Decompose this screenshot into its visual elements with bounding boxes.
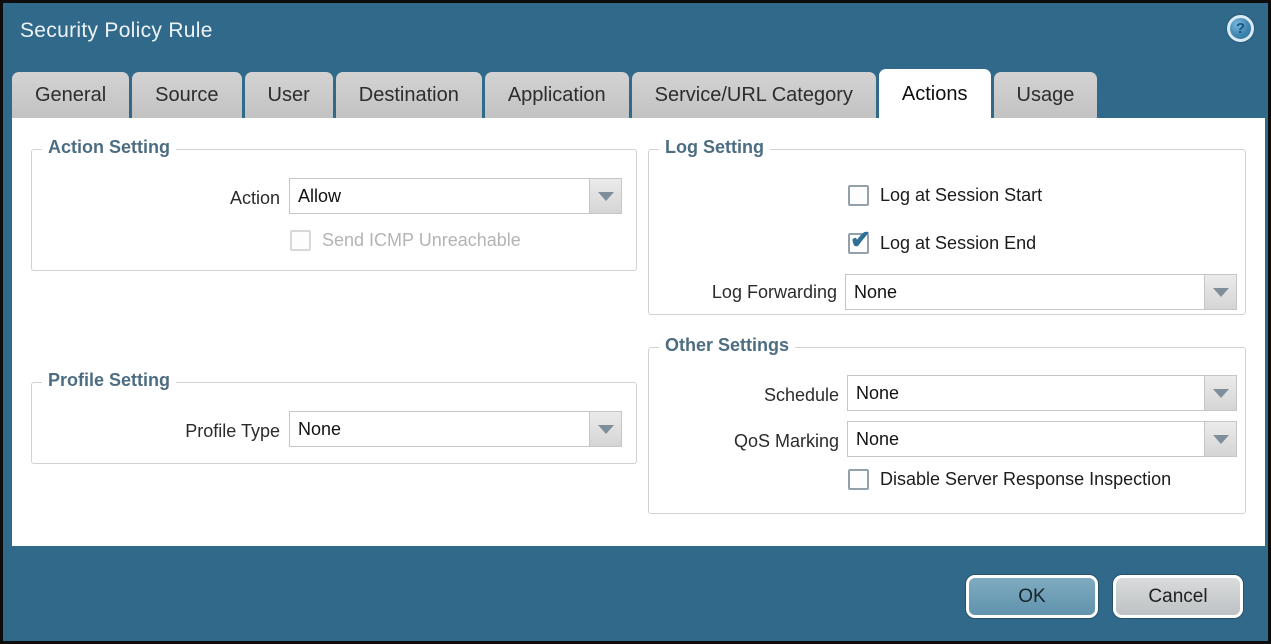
schedule-dropdown-value[interactable]: None: [847, 375, 1205, 411]
log-setting-section: Log Setting Log at Session Start Log at …: [648, 149, 1246, 315]
dialog-title: Security Policy Rule: [20, 19, 213, 43]
checkbox-box[interactable]: [848, 469, 869, 490]
log-forwarding-label: Log Forwarding: [649, 282, 837, 303]
tab-destination[interactable]: Destination: [336, 72, 482, 118]
profile-type-label: Profile Type: [32, 421, 280, 442]
qos-marking-label: QoS Marking: [649, 431, 839, 452]
schedule-dropdown[interactable]: None: [847, 375, 1237, 411]
action-dropdown[interactable]: Allow: [289, 178, 622, 214]
log-forwarding-dropdown-value[interactable]: None: [845, 274, 1205, 310]
tab-application[interactable]: Application: [485, 72, 629, 118]
triangle-down-icon: [1213, 389, 1229, 398]
send-icmp-unreachable-label: Send ICMP Unreachable: [322, 230, 521, 251]
checkbox-box[interactable]: [848, 185, 869, 206]
triangle-down-icon: [1213, 288, 1229, 297]
tab-service-url-category[interactable]: Service/URL Category: [632, 72, 876, 118]
tab-user[interactable]: User: [245, 72, 333, 118]
cancel-button[interactable]: Cancel: [1113, 575, 1243, 618]
action-label: Action: [32, 188, 280, 209]
log-forwarding-dropdown[interactable]: None: [845, 274, 1237, 310]
schedule-label: Schedule: [649, 385, 839, 406]
tab-source[interactable]: Source: [132, 72, 241, 118]
security-policy-rule-dialog: Security Policy Rule ? General Source Us…: [0, 0, 1271, 644]
profile-setting-legend: Profile Setting: [42, 370, 176, 391]
log-setting-legend: Log Setting: [659, 137, 770, 158]
qos-marking-dropdown[interactable]: None: [847, 421, 1237, 457]
chevron-down-icon[interactable]: [1204, 421, 1237, 457]
disable-server-response-inspection-checkbox[interactable]: Disable Server Response Inspection: [848, 469, 1171, 490]
other-settings-section: Other Settings Schedule None QoS Marking…: [648, 347, 1246, 514]
disable-server-response-inspection-label: Disable Server Response Inspection: [880, 469, 1171, 490]
chevron-down-icon[interactable]: [1204, 274, 1237, 310]
send-icmp-unreachable-checkbox: Send ICMP Unreachable: [290, 230, 521, 251]
triangle-down-icon: [1213, 435, 1229, 444]
log-at-session-start-label: Log at Session Start: [880, 185, 1042, 206]
profile-setting-section: Profile Setting Profile Type None: [31, 382, 637, 464]
log-at-session-start-checkbox[interactable]: Log at Session Start: [848, 185, 1042, 206]
action-dropdown-value[interactable]: Allow: [289, 178, 590, 214]
tab-actions[interactable]: Actions: [879, 69, 991, 124]
checkbox-box: [290, 230, 311, 251]
log-at-session-end-label: Log at Session End: [880, 233, 1036, 254]
chevron-down-icon[interactable]: [589, 178, 622, 214]
tab-usage[interactable]: Usage: [994, 72, 1098, 118]
triangle-down-icon: [598, 425, 614, 434]
qos-marking-dropdown-value[interactable]: None: [847, 421, 1205, 457]
checkmark-icon: [850, 225, 871, 255]
action-setting-legend: Action Setting: [42, 137, 176, 158]
action-setting-section: Action Setting Action Allow Send ICMP Un…: [31, 149, 637, 271]
ok-button[interactable]: OK: [966, 575, 1098, 618]
tab-bar: General Source User Destination Applicat…: [12, 69, 1097, 118]
chevron-down-icon[interactable]: [1204, 375, 1237, 411]
profile-type-dropdown[interactable]: None: [289, 411, 622, 447]
tab-general[interactable]: General: [12, 72, 129, 118]
triangle-down-icon: [598, 192, 614, 201]
chevron-down-icon[interactable]: [589, 411, 622, 447]
profile-type-dropdown-value[interactable]: None: [289, 411, 590, 447]
other-settings-legend: Other Settings: [659, 335, 795, 356]
log-at-session-end-checkbox[interactable]: Log at Session End: [848, 233, 1036, 254]
help-icon[interactable]: ?: [1227, 15, 1254, 42]
checkbox-box[interactable]: [848, 233, 869, 254]
